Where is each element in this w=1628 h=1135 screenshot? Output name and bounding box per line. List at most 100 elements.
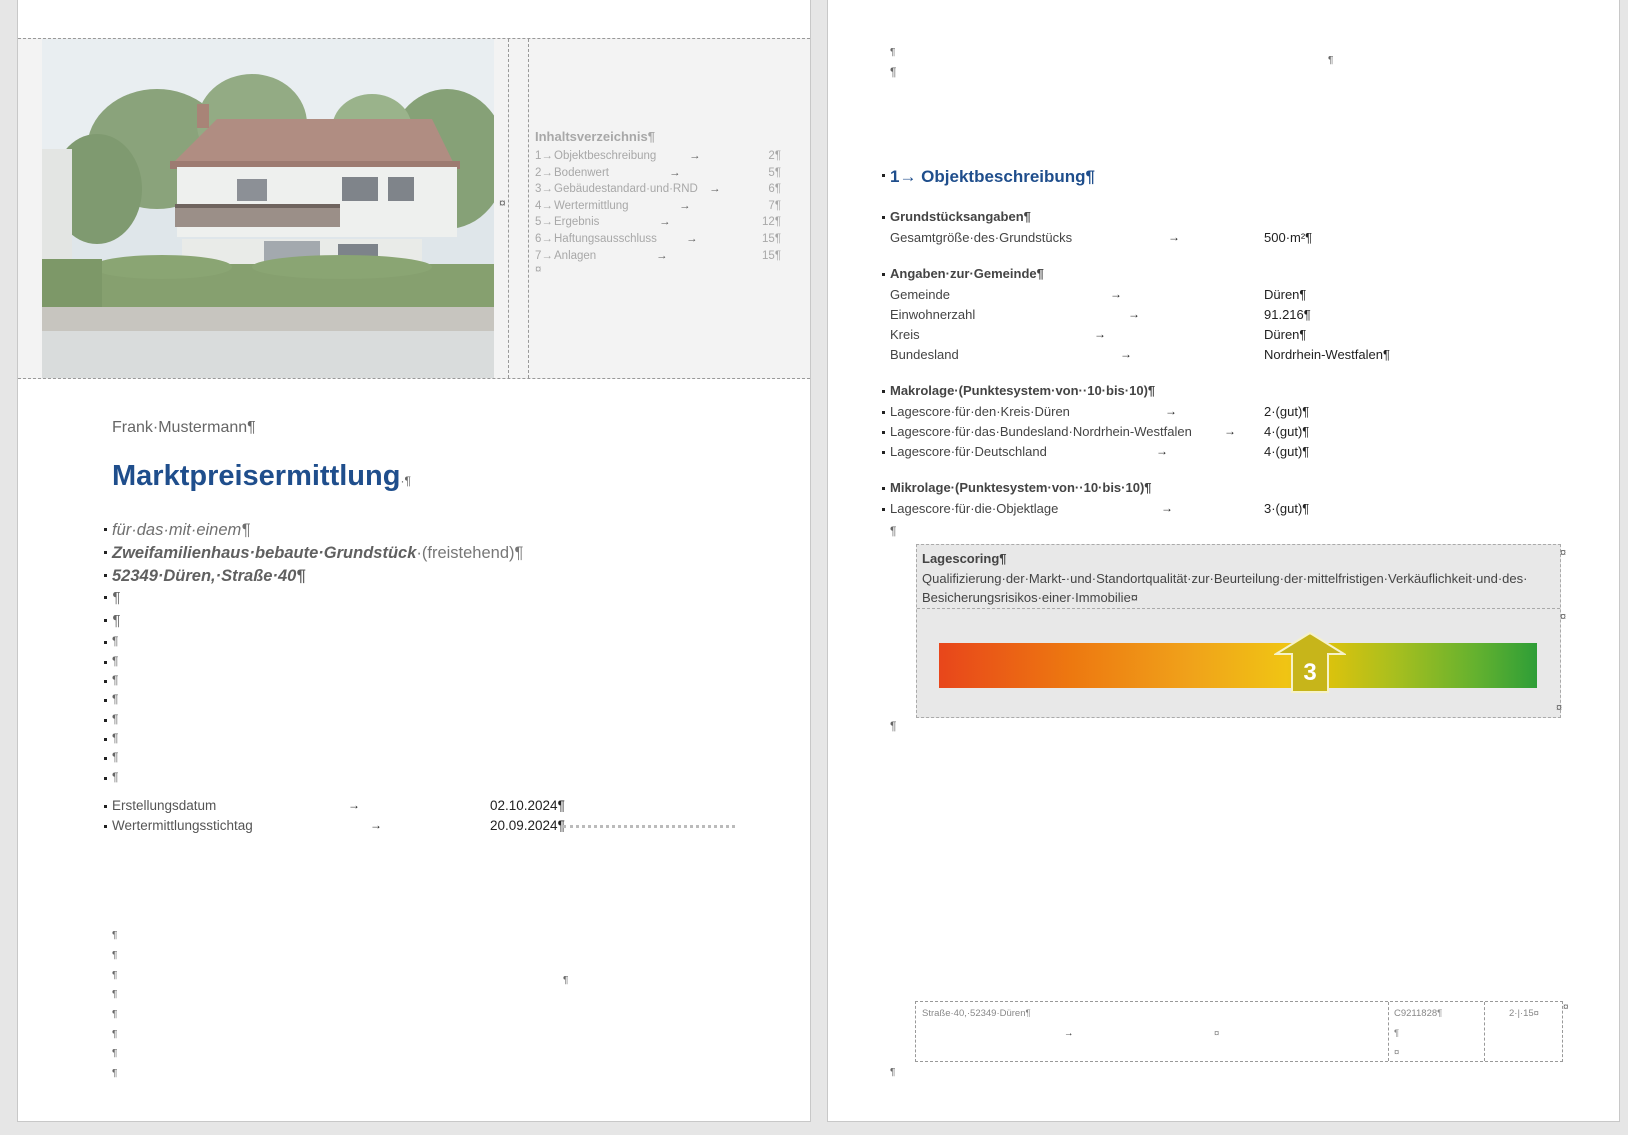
cell-end-mark: ¤ (1560, 547, 1567, 559)
paragraph-mark: ¶ (1394, 1028, 1400, 1039)
mikrolage-title: Mikrolage·(Punktesystem·von··10·bis·10)¶ (882, 480, 1152, 495)
paragraph-mark: ¶ (112, 970, 118, 981)
paragraph-mark: ¶ (890, 524, 897, 538)
section-heading: 1→ Objektbeschreibung¶ (882, 167, 1095, 186)
valuation-date-value[interactable]: 20.09.2024¶ (490, 818, 565, 833)
row-value[interactable]: 91.216¶ (1264, 307, 1311, 322)
paragraph-mark: ¶ (103, 750, 119, 764)
paragraph-mark: ¶ (890, 47, 896, 58)
row-value[interactable]: Düren¶ (1264, 327, 1306, 342)
footer-divider (1484, 1002, 1485, 1061)
cover-header-table: ¤ Inhaltsverzeichnis¶ 1→ Objektbeschreibu… (18, 38, 810, 379)
toc-item-label[interactable]: Wertermittlung (554, 200, 629, 212)
toc-item-label[interactable]: Objektbeschreibung (554, 150, 656, 162)
toc-item-page: 7¶ (768, 199, 781, 212)
paragraph-mark: ¶ (103, 612, 121, 629)
tab-arrow: → (1156, 444, 1168, 458)
document-title: Marktpreisermittlung (112, 460, 401, 492)
table-divider (528, 39, 529, 378)
tab-arrow: → (659, 216, 671, 229)
creation-date-value[interactable]: 02.10.2024¶ (490, 798, 565, 813)
tab-arrow: → (709, 183, 721, 196)
paragraph-mark: ¶ (890, 1067, 896, 1078)
cell-end-mark: ¤ (499, 196, 506, 210)
document-page-2[interactable]: ¶ ¶ ¶ 1→ Objektbeschreibung¶ Grundstücks… (827, 0, 1620, 1122)
toc-item-number: 2→ (535, 166, 553, 179)
paragraph-mark: ·¶ (400, 474, 411, 488)
lagescoring-description: Qualifizierung·der·Markt-·und·Standortqu… (922, 571, 1528, 586)
paragraph-mark: ¶ (890, 719, 897, 733)
paragraph-mark: ¶ (112, 1048, 118, 1059)
row-label: Einwohnerzahl (890, 307, 976, 322)
paragraph-mark: ¶ (103, 589, 121, 606)
lagescoring-table: Lagescoring¶ Qualifizierung·der·Markt-·u… (916, 544, 1561, 718)
toc-item-label[interactable]: Anlagen (554, 250, 596, 262)
tab-arrow: → (1161, 501, 1173, 515)
toc-item-label[interactable]: Haftungsausschluss (554, 233, 657, 245)
subtitle-object-type: Zweifamilienhaus·bebaute·Grundstück·(fre… (103, 544, 524, 563)
cell-end-mark: ¤ (1214, 1028, 1220, 1039)
paragraph-mark: ¶ (112, 1009, 118, 1020)
toc-item-page: 12¶ (762, 216, 781, 229)
tab-arrow: → (669, 166, 681, 179)
tab-arrow: → (679, 199, 691, 212)
paragraph-mark: ¶ (112, 930, 118, 941)
tab-arrow: → (686, 233, 698, 245)
toc-item-label[interactable]: Gebäudestandard·und·RND (554, 183, 698, 195)
toc-item-page: 6¶ (768, 183, 781, 196)
makrolage-title: Makrolage·(Punktesystem·von··10·bis·10)¶ (881, 383, 1156, 398)
paragraph-mark: ¶ (563, 975, 569, 986)
row-value[interactable]: 2·(gut)¶ (1264, 404, 1309, 419)
row-label: Kreis (890, 327, 920, 342)
row-value[interactable]: 500·m²¶ (1264, 230, 1312, 245)
row-label: Bundesland (890, 347, 959, 362)
tab-arrow: → (1165, 404, 1177, 418)
paragraph-mark: ¶ (103, 654, 119, 668)
row-label: Lagescore·für·Deutschland (882, 444, 1047, 459)
row-value[interactable]: Düren¶ (1264, 287, 1306, 302)
paragraph-mark: ¶ (112, 1029, 118, 1040)
paragraph-mark: ¶ (112, 989, 118, 1000)
house-photo (42, 39, 494, 378)
lagescoring-description-cont: Besicherungsrisikos·einer·Immobilie¤ (922, 590, 1139, 605)
toc-item-number: 5→ (535, 216, 553, 229)
tab-arrow: → (656, 249, 668, 262)
document-page-1[interactable]: ¤ Inhaltsverzeichnis¶ 1→ Objektbeschreibu… (17, 0, 811, 1122)
row-label: Gemeinde (890, 287, 950, 302)
toc-item-number: 7→ (535, 249, 553, 262)
object-type-detail: ·(freistehend)¶ (416, 544, 524, 562)
toc-item-number: 1→ (535, 150, 553, 162)
row-value[interactable]: 3·(gut)¶ (1264, 501, 1309, 516)
cell-end-mark: ¤ (535, 264, 542, 276)
document-title-line: Marktpreisermittlung·¶ (112, 460, 411, 493)
toc-item-number: 3→ (535, 183, 553, 196)
paragraph-mark: ¶ (103, 634, 119, 648)
toc-item-page: 5¶ (768, 166, 781, 179)
paragraph-mark: ¶ (103, 712, 119, 726)
row-label: Lagescore·für·den·Kreis·Düren (882, 404, 1070, 419)
row-value[interactable]: 4·(gut)¶ (1264, 424, 1309, 439)
tab-arrow: → (370, 818, 382, 832)
footer-page-number: 2·|·15¤ (1509, 1008, 1539, 1019)
row-value[interactable]: 4·(gut)¶ (1264, 444, 1309, 459)
row-label: Lagescore·für·das·Bundesland·Nordrhein-W… (882, 424, 1192, 439)
tab-arrow: → (689, 150, 701, 162)
text-field-underline (563, 825, 735, 828)
paragraph-mark: ¶ (1328, 55, 1334, 66)
subtitle-line: für·das·mit·einem¶ (103, 521, 251, 539)
page-footer[interactable]: Straße·40,·52349·Düren¶ → ¤ C9211828¶ ¶ … (915, 1001, 1563, 1062)
toc-item-label[interactable]: Ergebnis (554, 216, 599, 228)
tab-arrow: → (1110, 287, 1122, 301)
paragraph-mark: ¶ (103, 731, 119, 745)
toc-item-label[interactable]: Bodenwert (554, 167, 609, 179)
row-value[interactable]: Nordrhein-Westfalen¶ (1264, 347, 1390, 362)
cell-end-mark: ¤ (1556, 702, 1563, 714)
footer-address: Straße·40,·52349·Düren¶ (922, 1008, 1031, 1019)
lagescoring-title: Lagescoring¶ (922, 551, 1007, 566)
score-arrow-icon: 3 (1273, 632, 1346, 693)
gemeinde-title: Angaben·zur·Gemeinde¶ (882, 266, 1044, 281)
row-label: Lagescore·für·die·Objektlage (881, 501, 1059, 516)
paragraph-mark: ¶ (103, 770, 119, 784)
toc-item-number: 6→ (535, 233, 553, 245)
paragraph-mark: ¶ (103, 692, 119, 706)
